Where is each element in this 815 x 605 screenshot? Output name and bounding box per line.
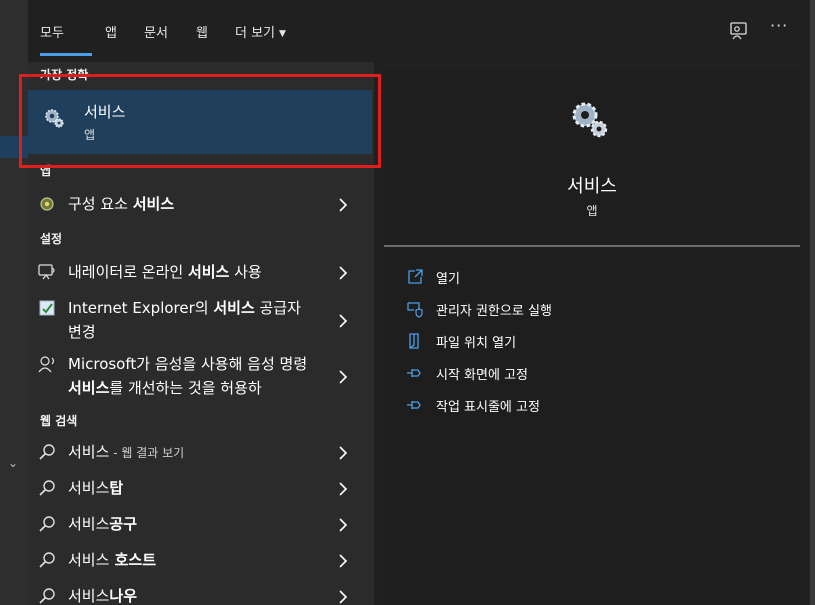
action-label: 파일 위치 열기 bbox=[436, 336, 517, 351]
background-selection bbox=[0, 136, 28, 158]
chevron-down-icon[interactable]: ⌄ bbox=[8, 456, 18, 470]
list-item-label: Microsoft가 음성을 사용해 음성 명령 서비스를 개선하는 것을 허용… bbox=[68, 355, 308, 397]
list-item-web-result[interactable]: 서비스 호스트 bbox=[28, 548, 374, 572]
list-item-label: 서비스 호스트 bbox=[68, 551, 157, 569]
pin-icon bbox=[406, 396, 424, 414]
best-match-heading: 가장 정확 bbox=[40, 68, 89, 82]
list-item-component-services[interactable]: 구성 요소 서비스 bbox=[28, 192, 374, 216]
best-match-title: 서비스 bbox=[84, 103, 126, 121]
list-item-narrator-online-services[interactable]: 내레이터로 온라인 서비스 사용 bbox=[28, 260, 374, 284]
chevron-right-icon bbox=[336, 445, 350, 460]
divider bbox=[384, 245, 800, 247]
list-item-speech-service[interactable]: Microsoft가 음성을 사용해 음성 명령 서비스를 개선하는 것을 허용… bbox=[28, 352, 374, 400]
best-match-services[interactable]: 서비스 앱 bbox=[28, 90, 372, 154]
chevron-right-icon bbox=[336, 481, 350, 496]
internet-options-icon bbox=[38, 299, 58, 319]
chevron-right-icon bbox=[336, 313, 350, 328]
active-tab-indicator bbox=[40, 53, 92, 56]
tab-more-label: 더 보기 bbox=[235, 26, 276, 41]
results-pane: 가장 정확 서비스 앱 앱 구성 요소 서비스 설정 내레이터로 온라인 서비스… bbox=[28, 62, 374, 605]
action-label: 열기 bbox=[436, 272, 460, 287]
services-gear-icon bbox=[568, 98, 612, 142]
services-gear-icon bbox=[42, 106, 66, 130]
shield-icon bbox=[406, 300, 424, 318]
component-services-icon bbox=[38, 195, 58, 215]
list-item-label: 구성 요소 서비스 bbox=[68, 195, 175, 213]
search-tabs: 모두 앱 문서 웹 더 보기 ▼ ··· bbox=[28, 0, 810, 62]
tab-documents[interactable]: 문서 bbox=[144, 22, 168, 41]
chevron-right-icon bbox=[336, 369, 350, 384]
list-item-label: 내레이터로 온라인 서비스 사용 bbox=[68, 263, 262, 281]
tab-apps[interactable]: 앱 bbox=[105, 22, 117, 41]
apps-heading: 앱 bbox=[40, 164, 52, 178]
narrator-icon bbox=[38, 263, 58, 283]
preview-pane: 서비스 앱 열기 관리자 권한으로 실행 파일 위치 열기 시작 화면에 고정 bbox=[384, 70, 800, 605]
list-item-web-result[interactable]: 서비스탑 bbox=[28, 476, 374, 500]
settings-heading: 설정 bbox=[40, 232, 63, 246]
list-item-label: 서비스공구 bbox=[68, 515, 138, 533]
list-item-label: 서비스나우 bbox=[68, 587, 138, 605]
open-icon bbox=[406, 268, 424, 286]
search-icon bbox=[38, 479, 58, 499]
search-icon bbox=[38, 551, 58, 571]
chevron-right-icon bbox=[336, 197, 350, 212]
more-options-icon[interactable]: ··· bbox=[770, 16, 788, 35]
best-match-subtitle: 앱 bbox=[84, 128, 96, 142]
feedback-icon[interactable] bbox=[728, 20, 750, 42]
list-item-label: Internet Explorer의 서비스 공급자 변경 bbox=[68, 299, 301, 341]
caret-down-icon: ▼ bbox=[279, 29, 286, 39]
start-search-flyout: 모두 앱 문서 웹 더 보기 ▼ ··· 가장 정확 서비스 앱 앱 구성 요소… bbox=[28, 0, 810, 605]
background-window-strip: ⌄ bbox=[0, 0, 28, 605]
preview-subtitle: 앱 bbox=[586, 204, 598, 218]
action-label: 관리자 권한으로 실행 bbox=[436, 304, 552, 319]
chevron-right-icon bbox=[336, 517, 350, 532]
list-item-web-result[interactable]: 서비스 - 웹 결과 보기 bbox=[28, 440, 374, 464]
search-icon bbox=[38, 443, 58, 463]
list-item-label: 서비스탑 bbox=[68, 479, 124, 497]
tab-more[interactable]: 더 보기 ▼ bbox=[235, 22, 286, 41]
speech-icon bbox=[38, 355, 58, 375]
chevron-right-icon bbox=[336, 589, 350, 604]
file-icon bbox=[406, 332, 424, 350]
list-item-web-result[interactable]: 서비스나우 bbox=[28, 584, 374, 605]
tab-web[interactable]: 웹 bbox=[196, 22, 208, 41]
action-label: 작업 표시줄에 고정 bbox=[436, 400, 540, 415]
list-item-ie-service-provider[interactable]: Internet Explorer의 서비스 공급자 변경 bbox=[28, 296, 374, 344]
pin-icon bbox=[406, 364, 424, 382]
list-item-label: 서비스 - 웹 결과 보기 bbox=[68, 443, 185, 461]
action-label: 시작 화면에 고정 bbox=[436, 368, 528, 383]
preview-title: 서비스 bbox=[567, 176, 617, 197]
chevron-right-icon bbox=[336, 265, 350, 280]
list-item-web-result[interactable]: 서비스공구 bbox=[28, 512, 374, 536]
background-scrollbar bbox=[810, 0, 815, 605]
web-search-heading: 웹 검색 bbox=[40, 414, 78, 428]
chevron-right-icon bbox=[336, 553, 350, 568]
tab-all[interactable]: 모두 bbox=[40, 22, 64, 41]
search-icon bbox=[38, 587, 58, 605]
search-icon bbox=[38, 515, 58, 535]
